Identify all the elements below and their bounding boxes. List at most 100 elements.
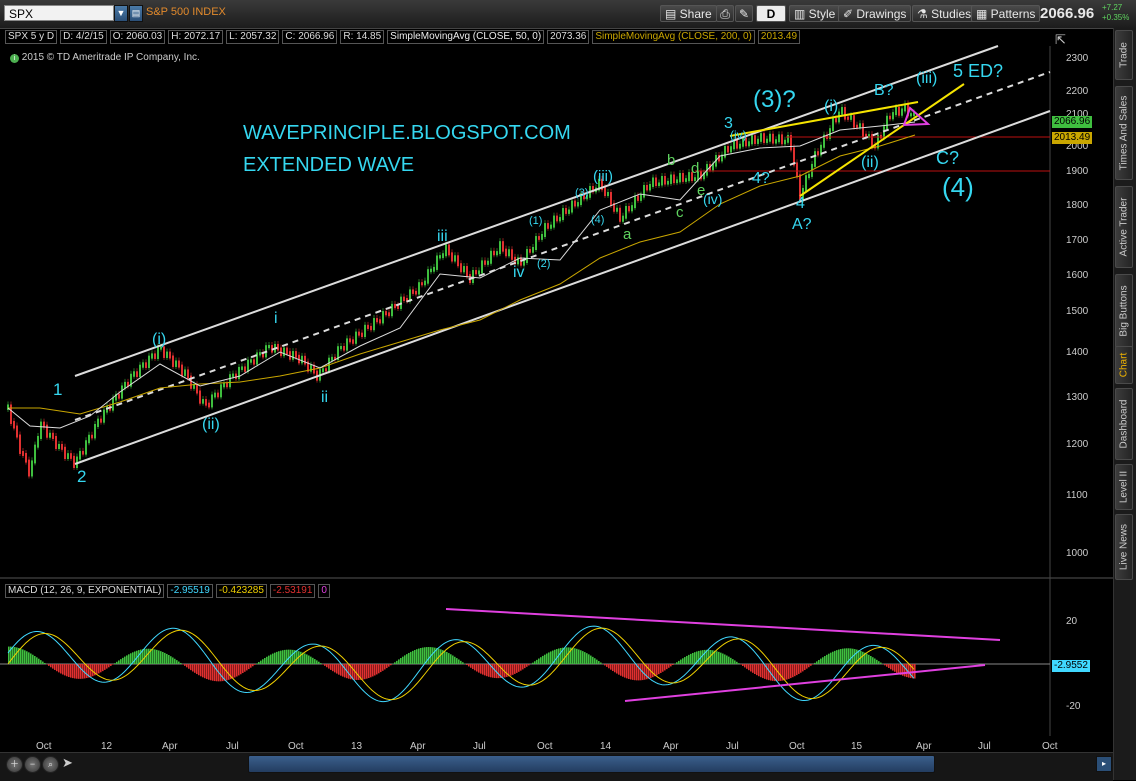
macd-bar xyxy=(50,664,52,667)
macd-bar xyxy=(12,647,14,664)
macd-bar xyxy=(370,664,372,677)
side-tab-label: Chart xyxy=(1119,353,1130,377)
macd-bar xyxy=(492,664,494,678)
macd-bar xyxy=(376,664,378,674)
macd-bar xyxy=(72,664,74,678)
macd-bar xyxy=(368,664,370,678)
macd-bar xyxy=(172,657,174,664)
macd-bar xyxy=(336,664,338,674)
magnifier-icon[interactable]: ⌕ xyxy=(42,756,59,773)
time-axis-label: Jul xyxy=(473,741,486,752)
macd-bar xyxy=(534,661,536,664)
macd-bar xyxy=(176,660,178,664)
side-tab-live-news[interactable]: Live News xyxy=(1115,514,1133,580)
chart-menu-icon[interactable]: ▸ xyxy=(1096,756,1112,772)
macd-bar xyxy=(252,664,254,666)
aggregation-button[interactable]: D xyxy=(756,5,786,22)
macd-bar xyxy=(614,664,616,672)
share-button[interactable]: ▤ Share xyxy=(660,5,717,22)
macd-bar xyxy=(854,649,856,664)
macd-bar xyxy=(274,653,276,664)
macd-bar xyxy=(904,664,906,676)
side-tab-active-trader[interactable]: Active Trader xyxy=(1115,186,1133,268)
share-icon: ▤ xyxy=(665,7,680,21)
side-tab-label: Active Trader xyxy=(1119,198,1130,257)
price-axis-label: 1700 xyxy=(1066,235,1088,246)
macd-bar xyxy=(526,664,528,667)
side-tab-trade[interactable]: Trade xyxy=(1115,30,1133,80)
zoom-out-icon[interactable]: − xyxy=(24,756,41,773)
zoom-in-icon[interactable]: ＋ xyxy=(6,756,23,773)
macd-bar xyxy=(170,656,172,664)
side-tab-label: Dashboard xyxy=(1119,400,1130,449)
macd-bar xyxy=(728,657,730,664)
macd-bar xyxy=(38,659,40,664)
time-axis-label: 13 xyxy=(351,741,362,752)
time-axis-label: Apr xyxy=(663,741,679,752)
macd-bar xyxy=(838,650,840,664)
macd-bar xyxy=(702,650,704,664)
macd-bar xyxy=(518,664,520,672)
side-tab-big-buttons[interactable]: Big Buttons xyxy=(1115,274,1133,348)
macd-bar xyxy=(814,663,816,664)
drawings-button[interactable]: ✐ Drawings xyxy=(838,5,911,22)
blog-annotation: WAVEPRINCIPLE.BLOGSPOT.COM xyxy=(243,122,571,145)
macd-bar xyxy=(546,654,548,664)
style-icon: ▥ xyxy=(794,7,809,21)
print-button[interactable]: ⎙ xyxy=(716,5,734,22)
macd-bar xyxy=(248,664,250,669)
macd-bar xyxy=(824,656,826,664)
macd-bar xyxy=(808,664,810,667)
macd-bar xyxy=(114,663,116,664)
side-tab-chart[interactable]: Chart xyxy=(1115,346,1133,384)
style-button[interactable]: ▥ Style xyxy=(789,5,840,22)
side-tab-dashboard[interactable]: Dashboard xyxy=(1115,388,1133,460)
macd-bar xyxy=(414,650,416,664)
macd-bar xyxy=(154,649,156,664)
macd-bar xyxy=(74,664,76,678)
macd-bar xyxy=(202,664,204,677)
macd-bar xyxy=(738,663,740,664)
macd-bar xyxy=(96,664,98,674)
symbol-menu-button[interactable]: ▤ xyxy=(129,5,143,22)
macd-bar xyxy=(878,661,880,664)
macd-study-label[interactable]: MACD (12, 26, 9, EXPONENTIAL) xyxy=(5,584,164,598)
studies-button[interactable]: ⚗ Studies xyxy=(912,5,976,22)
macd-bar xyxy=(520,664,522,671)
macd-bar xyxy=(612,664,614,671)
wave-label: (1) xyxy=(529,215,542,227)
macd-bar xyxy=(788,664,790,679)
price-axis-label: 1900 xyxy=(1066,166,1088,177)
macd-bar xyxy=(784,664,786,680)
side-tab-times-and-sales[interactable]: Times And Sales xyxy=(1115,86,1133,180)
wave-label: A? xyxy=(792,216,812,234)
macd-bar xyxy=(344,664,346,677)
macd-bar xyxy=(168,655,170,664)
macd-bar xyxy=(734,660,736,664)
time-scrollbar[interactable] xyxy=(248,755,935,773)
macd-bar xyxy=(122,658,124,664)
symbol-input[interactable]: SPX xyxy=(4,5,114,21)
side-tab-level-ii[interactable]: Level II xyxy=(1115,464,1133,510)
macd-bar xyxy=(616,664,618,674)
macd-bar xyxy=(462,662,464,664)
macd-bar xyxy=(356,664,358,680)
macd-bar xyxy=(678,661,680,664)
symbol-dropdown-button[interactable]: ▼ xyxy=(114,5,128,22)
cursor-icon[interactable]: ➤ xyxy=(62,755,73,771)
macd-bar xyxy=(118,660,120,664)
patterns-button[interactable]: ▦ Patterns xyxy=(971,5,1040,22)
tools-button[interactable]: ✎ xyxy=(735,5,753,22)
wave-label: (3) xyxy=(575,187,588,199)
macd-bar xyxy=(528,664,530,665)
macd-bar xyxy=(388,664,390,667)
side-tab-label: Live News xyxy=(1119,524,1130,570)
macd-bar xyxy=(68,664,70,677)
last-price-tag: 2066.96 xyxy=(1052,116,1092,128)
macd-bar xyxy=(790,664,792,678)
macd-bar xyxy=(844,648,846,664)
macd-bar xyxy=(480,664,482,674)
macd-upper-trendline xyxy=(446,609,1000,640)
macd-bar xyxy=(358,664,360,680)
macd-bar xyxy=(538,659,540,664)
